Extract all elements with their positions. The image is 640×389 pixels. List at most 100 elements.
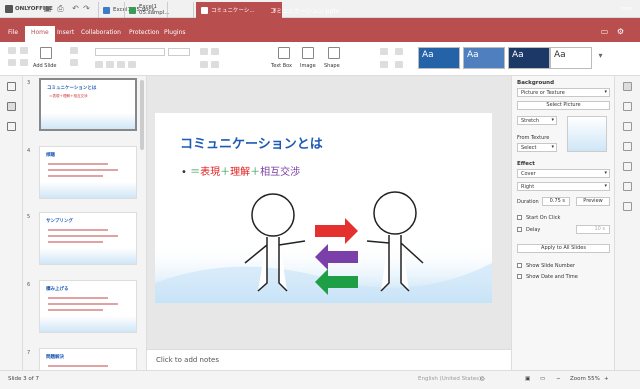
align-center-icon[interactable]	[211, 61, 219, 68]
image-button[interactable]: Image	[300, 63, 316, 69]
search-icon[interactable]	[7, 82, 16, 91]
strike-icon[interactable]	[128, 61, 136, 68]
show-slide-number-label: Show Slide Number	[526, 263, 575, 269]
menu-insert[interactable]: Insert	[57, 29, 74, 36]
thumb-title: サンプリング	[46, 219, 73, 224]
duration-label: Duration	[517, 199, 539, 205]
scrollbar[interactable]	[140, 80, 144, 150]
group-icon[interactable]	[380, 61, 388, 68]
text-box-button[interactable]: Text Box	[271, 63, 292, 69]
format-painter-icon[interactable]	[20, 59, 28, 66]
chart-settings-icon[interactable]	[623, 182, 632, 191]
texture-preview	[567, 116, 607, 152]
start-on-click-checkbox[interactable]	[517, 215, 522, 220]
image-icon[interactable]	[302, 47, 314, 59]
shape-button[interactable]: Shape	[324, 63, 340, 69]
italic-icon[interactable]	[106, 61, 114, 68]
paragraph-settings-icon[interactable]	[623, 142, 632, 151]
tab-doc2[interactable]: Excel1 05.sampl...	[124, 2, 194, 18]
duration-input[interactable]: 0.75 s	[542, 197, 570, 206]
slide-settings-icon[interactable]	[623, 82, 632, 91]
font-name-select[interactable]	[95, 48, 165, 56]
slide-thumb-7[interactable]: 問題解決	[39, 348, 137, 370]
document-title: コミュニケーション.pptx	[270, 8, 340, 15]
notes-placeholder[interactable]: Click to add notes	[156, 356, 219, 364]
menu-home[interactable]: Home	[25, 26, 55, 42]
slide-settings-panel: Background Picture or Texture Select Pic…	[511, 76, 614, 370]
preview-button[interactable]: Preview	[576, 197, 610, 206]
add-slide-icon[interactable]	[40, 47, 52, 59]
sheet-icon	[129, 6, 136, 14]
delay-checkbox[interactable]	[517, 227, 522, 232]
comment-icon[interactable]	[7, 122, 16, 131]
print-icon[interactable]: ⎙	[56, 5, 65, 13]
zoom-out-icon[interactable]: −	[556, 376, 561, 382]
slide-thumb-6[interactable]: 積み上げる	[39, 280, 137, 333]
stretch-select[interactable]: Stretch	[517, 116, 557, 125]
slide-number: 4	[27, 148, 31, 154]
folder-icon[interactable]: ▭	[600, 28, 609, 36]
delay-input[interactable]: 10 s	[576, 225, 610, 234]
fit-width-icon[interactable]: ▭	[540, 376, 545, 382]
theme-label: Aa	[422, 50, 434, 60]
align-icon[interactable]	[395, 48, 403, 55]
slide-thumb-3[interactable]: コミュニケーションとは ＝表現＋理解＋相互交渉	[39, 78, 137, 131]
paste-icon[interactable]	[20, 47, 28, 54]
shape-settings-icon[interactable]	[623, 102, 632, 111]
textart-settings-icon[interactable]	[623, 202, 632, 211]
current-slide[interactable]: コミュニケーションとは • ＝表現＋理解＋相互交渉	[155, 113, 492, 303]
bold-icon[interactable]	[95, 61, 103, 68]
show-date-checkbox[interactable]	[517, 274, 522, 279]
language-icon[interactable]: ◎	[480, 376, 485, 382]
theme-thumb[interactable]: Aa	[463, 47, 505, 69]
language-indicator[interactable]: English (United States)	[418, 376, 481, 382]
texture-select[interactable]: Select	[517, 143, 557, 152]
select-picture-button[interactable]: Select Picture	[517, 101, 610, 110]
image-settings-icon[interactable]	[623, 122, 632, 131]
slide-icon	[201, 6, 208, 14]
arrange-icon[interactable]	[380, 48, 388, 55]
slide-thumb-5[interactable]: サンプリング	[39, 212, 137, 265]
slide-number: 7	[27, 350, 31, 356]
theme-thumb[interactable]: Aa	[550, 47, 592, 69]
numbering-icon[interactable]	[211, 48, 219, 55]
redo-icon[interactable]: ↷	[82, 5, 91, 13]
align-left-icon[interactable]	[200, 61, 208, 68]
add-slide-button[interactable]: Add Slide	[33, 63, 56, 69]
theme-thumb[interactable]: Aa	[508, 47, 550, 69]
arrow-right-icon	[315, 218, 358, 244]
clear-style-icon[interactable]	[395, 61, 403, 68]
menu-plugins[interactable]: Plugins	[164, 29, 186, 36]
show-slide-number-checkbox[interactable]	[517, 263, 522, 268]
slide-thumb-4[interactable]: 傾聴	[39, 146, 137, 199]
notes-area[interactable]: Click to add notes	[147, 349, 511, 370]
bullets-icon[interactable]	[200, 48, 208, 55]
effect-select[interactable]: Cover	[517, 169, 610, 178]
tab-label: コミュニケーシ...	[211, 8, 255, 14]
user-name[interactable]: nory	[621, 6, 632, 12]
shape-icon[interactable]	[328, 47, 340, 59]
theme-thumb[interactable]: Aa	[418, 47, 460, 69]
chevron-down-icon[interactable]: ▾	[596, 52, 605, 60]
zoom-in-icon[interactable]: +	[604, 376, 609, 382]
apply-all-button[interactable]: Apply to All Slides	[517, 244, 610, 253]
fit-slide-icon[interactable]: ▣	[525, 376, 530, 382]
underline-icon[interactable]	[117, 61, 125, 68]
menu-collaboration[interactable]: Collaboration	[81, 29, 121, 36]
save-icon[interactable]: ▣	[43, 5, 52, 13]
slide-size-icon[interactable]	[70, 59, 78, 66]
cut-icon[interactable]	[8, 59, 16, 66]
copy-icon[interactable]	[8, 47, 16, 54]
slide-layout-icon[interactable]	[70, 47, 78, 54]
settings-icon[interactable]: ⚙	[616, 28, 625, 36]
undo-icon[interactable]: ↶	[71, 5, 80, 13]
font-size-select[interactable]	[168, 48, 190, 56]
menu-protection[interactable]: Protection	[129, 29, 159, 36]
direction-select[interactable]: Right	[517, 182, 610, 191]
status-bar: Slide 3 of 7 English (United States) ◎ ▣…	[0, 370, 640, 389]
slides-icon[interactable]	[7, 102, 16, 111]
fill-type-select[interactable]: Picture or Texture	[517, 88, 610, 97]
menu-file[interactable]: File	[8, 29, 18, 36]
table-settings-icon[interactable]	[623, 162, 632, 171]
text-box-icon[interactable]	[278, 47, 290, 59]
